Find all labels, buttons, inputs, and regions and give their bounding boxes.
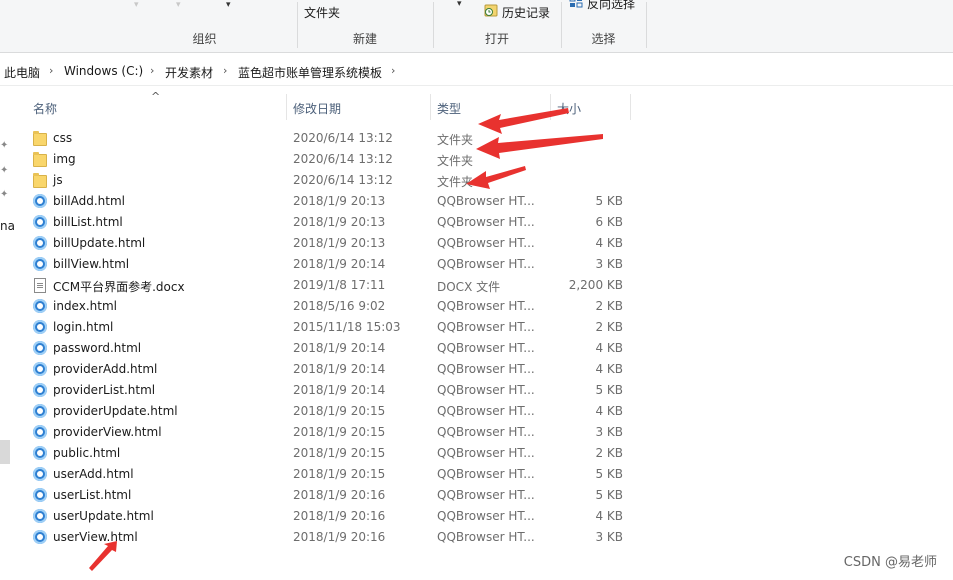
annotation-arrow bbox=[466, 166, 526, 189]
annotation-arrow bbox=[89, 541, 117, 571]
annotation-arrows bbox=[89, 108, 603, 571]
annotation-arrow bbox=[476, 134, 603, 159]
annotation-arrow bbox=[478, 108, 569, 134]
watermark: CSDN @易老师 bbox=[843, 555, 937, 570]
